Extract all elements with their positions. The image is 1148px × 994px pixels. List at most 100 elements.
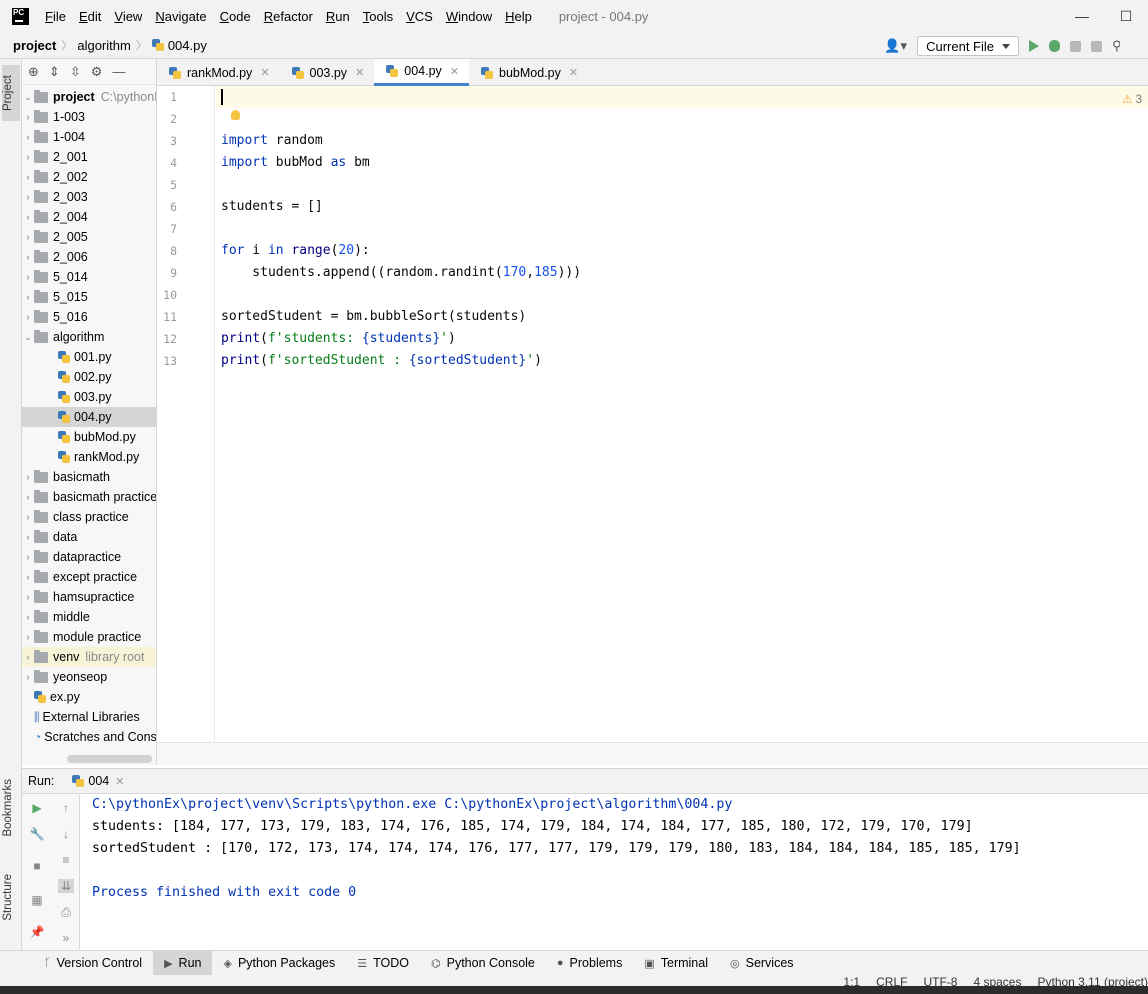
tab-python-console[interactable]: ⌬ Python Console [420, 951, 546, 976]
tree-folder[interactable]: › 2_006 [22, 247, 156, 267]
tree-file[interactable]: rankMod.py [22, 447, 156, 467]
chevron-right-icon[interactable]: › [22, 132, 34, 142]
tree-file[interactable]: ex.py [22, 687, 156, 707]
chevron-right-icon[interactable]: › [22, 512, 34, 522]
chevron-right-icon[interactable]: › [22, 632, 34, 642]
menu-navigate[interactable]: Navigate [155, 9, 206, 24]
chevron-right-icon[interactable]: › [22, 572, 34, 582]
tree-folder[interactable]: › 1-004 [22, 127, 156, 147]
chevron-right-icon[interactable]: › [22, 312, 34, 322]
close-icon[interactable]: ✕ [569, 66, 578, 79]
chevron-right-icon[interactable]: › [22, 272, 34, 282]
tree-folder[interactable]: › 2_004 [22, 207, 156, 227]
tree-folder[interactable]: › class practice [22, 507, 156, 527]
menu-window[interactable]: Window [446, 9, 492, 24]
breadcrumb-project[interactable]: project [13, 38, 56, 53]
menu-vcs[interactable]: VCS [406, 9, 433, 24]
tree-folder-algorithm[interactable]: ⌄ algorithm [22, 327, 156, 347]
tab-python-packages[interactable]: ◈ Python Packages [212, 951, 346, 976]
tree-folder[interactable]: › 5_015 [22, 287, 156, 307]
tree-folder[interactable]: › 2_003 [22, 187, 156, 207]
tab-003[interactable]: 003.py ✕ [280, 59, 375, 86]
code-editor[interactable]: 3 import random import bubMod as bm stud… [216, 86, 1148, 742]
close-icon[interactable]: ✕ [355, 66, 364, 79]
chevron-right-icon[interactable]: › [22, 472, 34, 482]
tab-version-control[interactable]: ᚴ Version Control [33, 951, 153, 976]
gear-icon[interactable]: ⚙ [91, 64, 103, 80]
lightbulb-icon[interactable] [231, 110, 240, 120]
more-icon[interactable]: » [58, 931, 74, 945]
chevron-down-icon[interactable]: ⌄ [22, 92, 34, 103]
tree-folder[interactable]: › 2_005 [22, 227, 156, 247]
scrollbar-thumb[interactable] [67, 755, 152, 763]
breadcrumb-algorithm[interactable]: algorithm [77, 38, 130, 53]
chevron-right-icon[interactable]: › [22, 592, 34, 602]
wrench-icon[interactable]: 🔧 [29, 827, 45, 841]
chevron-right-icon[interactable]: › [22, 172, 34, 182]
tree-folder[interactable]: › 1-003 [22, 107, 156, 127]
debug-icon[interactable] [1049, 40, 1060, 52]
tree-folder[interactable]: › except practice [22, 567, 156, 587]
run-tab-004[interactable]: 004 ✕ [72, 774, 124, 788]
chevron-right-icon[interactable]: › [22, 152, 34, 162]
tree-file[interactable]: 002.py [22, 367, 156, 387]
tree-folder[interactable]: › data [22, 527, 156, 547]
chevron-right-icon[interactable]: › [22, 532, 34, 542]
tab-terminal[interactable]: ▣ Terminal [633, 951, 719, 976]
tree-file[interactable]: 001.py [22, 347, 156, 367]
chevron-right-icon[interactable]: › [22, 192, 34, 202]
soft-wrap-icon[interactable]: ≡ [58, 853, 74, 867]
maximize-button[interactable]: ☐ [1104, 8, 1148, 25]
tab-todo[interactable]: ☰ TODO [346, 951, 420, 976]
scroll-down-icon[interactable]: ↓ [58, 827, 74, 841]
chevron-right-icon[interactable]: › [22, 672, 34, 682]
close-icon[interactable]: ✕ [260, 66, 269, 79]
bookmarks-tool-tab[interactable]: Bookmarks [2, 779, 14, 837]
run-configuration-select[interactable]: Current File [917, 36, 1019, 56]
breadcrumb-file[interactable]: 004.py [168, 38, 207, 53]
warnings-indicator[interactable]: 3 [1122, 92, 1142, 106]
tree-root-project[interactable]: ⌄ project C:\pythonEx [22, 87, 156, 107]
scroll-up-icon[interactable]: ↑ [58, 801, 74, 815]
collapse-all-icon[interactable]: ⇳ [70, 64, 81, 80]
scroll-to-end-icon[interactable]: ⇊ [58, 879, 74, 893]
tab-rankmod[interactable]: rankMod.py ✕ [157, 59, 280, 86]
print-icon[interactable]: ⎙ [58, 905, 74, 919]
tree-folder[interactable]: › yeonseop [22, 667, 156, 687]
menu-file[interactable]: File [45, 9, 66, 24]
chevron-right-icon[interactable]: › [22, 612, 34, 622]
tree-scratches[interactable]: ◔Scratches and Consoles [22, 727, 156, 747]
tree-external-libraries[interactable]: ⫼ External Libraries [22, 707, 156, 727]
run-icon[interactable] [1029, 40, 1039, 52]
tree-folder[interactable]: › 2_001 [22, 147, 156, 167]
chevron-right-icon[interactable]: › [22, 112, 34, 122]
tab-services[interactable]: ◎ Services [719, 951, 805, 976]
tree-folder[interactable]: › hamsupractice [22, 587, 156, 607]
tree-folder[interactable]: › middle [22, 607, 156, 627]
hide-icon[interactable]: — [112, 64, 125, 79]
tab-004[interactable]: 004.py ✕ [374, 59, 470, 86]
tree-file[interactable]: 004.py [22, 407, 156, 427]
tree-folder[interactable]: › 5_014 [22, 267, 156, 287]
locate-icon[interactable]: ⊕ [28, 64, 39, 80]
stop-icon[interactable]: ■ [29, 859, 45, 873]
tree-folder[interactable]: › datapractice [22, 547, 156, 567]
menu-code[interactable]: Code [220, 9, 251, 24]
structure-tool-tab[interactable]: Structure [2, 874, 14, 921]
tree-folder[interactable]: › basicmath practice [22, 487, 156, 507]
menu-refactor[interactable]: Refactor [264, 9, 313, 24]
stop-icon[interactable] [1091, 40, 1102, 52]
layout-icon[interactable]: ▦ [29, 893, 45, 907]
menu-help[interactable]: Help [505, 9, 532, 24]
tree-folder[interactable]: › 2_002 [22, 167, 156, 187]
tree-folder[interactable]: › 5_016 [22, 307, 156, 327]
tree-folder[interactable]: › basicmath [22, 467, 156, 487]
tab-problems[interactable]: ● Problems [546, 951, 633, 976]
coverage-icon[interactable] [1070, 40, 1081, 52]
pin-icon[interactable]: 📌 [29, 925, 45, 939]
rerun-icon[interactable]: ▶ [29, 801, 45, 815]
menu-run[interactable]: Run [326, 9, 350, 24]
chevron-down-icon[interactable]: ⌄ [22, 332, 34, 343]
chevron-right-icon[interactable]: › [22, 232, 34, 242]
tree-file[interactable]: 003.py [22, 387, 156, 407]
